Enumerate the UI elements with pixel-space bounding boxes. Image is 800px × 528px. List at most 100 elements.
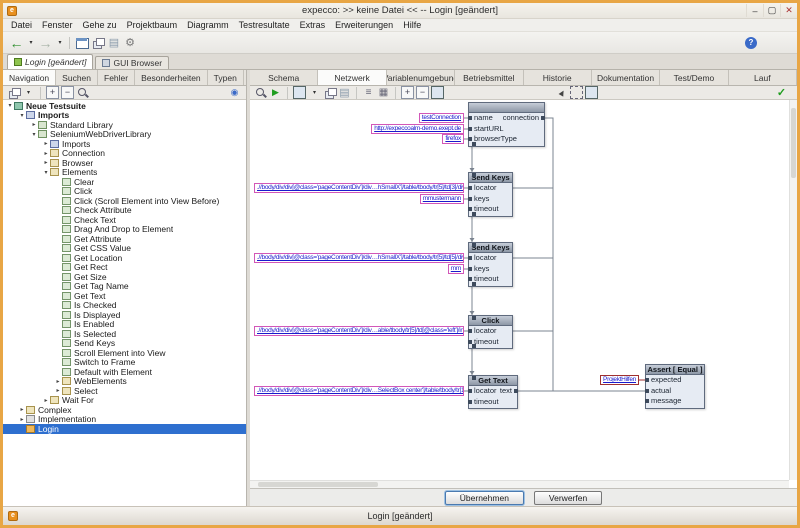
tree-item-drag-and-drop-to-element[interactable]: Drag And Drop to Element <box>3 225 246 235</box>
scroll-thumb[interactable] <box>791 108 796 178</box>
back-button[interactable]: ← <box>8 36 25 50</box>
input-pin-name[interactable] <box>468 116 472 120</box>
tab-typen[interactable]: Typen <box>208 70 244 85</box>
flow-in-pin[interactable] <box>472 243 476 247</box>
menu-gehe-zu[interactable]: Gehe zu <box>78 19 122 32</box>
add-action-button[interactable] <box>293 86 306 99</box>
flow-out-pin[interactable] <box>472 344 476 348</box>
gui-window-icon[interactable] <box>75 36 89 50</box>
send-keys-node-1[interactable]: Send Keyslocatorkeystimeout <box>468 172 513 217</box>
tab-betriebsmittel[interactable]: Betriebsmittel <box>455 70 523 85</box>
click-node[interactable]: Clicklocatortimeout <box>468 315 513 349</box>
tree-item-click[interactable]: Click <box>3 187 246 197</box>
tab-netzwerk[interactable]: Netzwerk <box>318 70 386 85</box>
input-pin-locator[interactable] <box>468 256 472 260</box>
value-keys-2[interactable]: mm <box>448 264 464 274</box>
tab-suchen[interactable]: Suchen <box>56 70 98 85</box>
fit-view-button[interactable] <box>431 86 444 99</box>
tree-item-webelements[interactable]: ▸WebElements <box>3 377 246 387</box>
input-pin-locator[interactable] <box>468 389 472 393</box>
tree-item-default-with-element[interactable]: Default with Element <box>3 367 246 377</box>
menu-extras[interactable]: Extras <box>295 19 331 32</box>
tree-item-check-text[interactable]: Check Text <box>3 215 246 225</box>
tree-item-seleniumwebdriverlibrary[interactable]: ▾SeleniumWebDriverLibrary <box>3 130 246 140</box>
scroll-thumb[interactable] <box>258 482 378 487</box>
expander-closed-icon[interactable]: ▸ <box>30 121 38 128</box>
tree-item-imports[interactable]: ▾Imports <box>3 111 246 121</box>
expander-closed-icon[interactable]: ▸ <box>42 397 50 404</box>
input-pin-keys[interactable] <box>468 267 472 271</box>
minimize-button[interactable]: – <box>746 4 763 17</box>
tree-item-wait-for[interactable]: ▸Wait For <box>3 396 246 406</box>
help-icon[interactable]: ? <box>745 37 757 49</box>
flow-in-pin[interactable] <box>472 316 476 320</box>
tab-navigation[interactable]: Navigation <box>3 70 56 85</box>
expander-closed-icon[interactable]: ▸ <box>54 378 62 385</box>
check-network-button[interactable]: ✓ <box>775 86 788 99</box>
output-pin-connection[interactable] <box>541 116 545 120</box>
menu-testresultate[interactable]: Testresultate <box>234 19 295 32</box>
tab-fehler[interactable]: Fehler <box>98 70 135 85</box>
menu-projektbaum[interactable]: Projektbaum <box>122 19 183 32</box>
output-pin-text[interactable] <box>514 389 518 393</box>
expander-open-icon[interactable]: ▾ <box>18 112 26 119</box>
run-network-button[interactable]: ▶ <box>269 86 282 99</box>
tree-item-check-attribute[interactable]: Check Attribute <box>3 206 246 216</box>
flow-in-pin[interactable] <box>472 173 476 177</box>
find-in-tree-button[interactable] <box>76 86 89 99</box>
tree-item-is-checked[interactable]: Is Checked <box>3 301 246 311</box>
report-icon[interactable]: ▤ <box>107 36 121 50</box>
input-pin-expected[interactable] <box>645 378 649 382</box>
expander-closed-icon[interactable]: ▸ <box>42 159 50 166</box>
input-pin-actual[interactable] <box>645 389 649 393</box>
tree-item-is-selected[interactable]: Is Selected <box>3 329 246 339</box>
tab-lauf[interactable]: Lauf <box>729 70 797 85</box>
maximize-button[interactable]: ▢ <box>763 4 780 17</box>
category-dropdown[interactable]: ▾ <box>22 86 35 99</box>
select-tool[interactable] <box>570 86 583 99</box>
tree-item-complex[interactable]: ▸Complex <box>3 405 246 415</box>
expand-all-button[interactable]: + <box>46 86 59 99</box>
tree-item-neue-testsuite[interactable]: ▾Neue Testsuite <box>3 101 246 111</box>
add-comment-button[interactable]: ▤ <box>338 86 351 99</box>
tree-item-imports[interactable]: ▸Imports <box>3 139 246 149</box>
forward-button[interactable]: → <box>37 36 54 50</box>
library-icon[interactable] <box>91 36 105 50</box>
move-tool[interactable] <box>585 86 598 99</box>
input-pin-timeout[interactable] <box>468 400 472 404</box>
value-keys-1[interactable]: mmustermann <box>420 194 464 204</box>
tab-schema[interactable]: Schema <box>250 70 318 85</box>
zoom-tool[interactable] <box>254 86 267 99</box>
canvas-vertical-scrollbar[interactable] <box>789 100 797 480</box>
tree-item-scroll-element-into-view[interactable]: Scroll Element into View <box>3 348 246 358</box>
flow-out-pin[interactable] <box>472 142 476 146</box>
value-locator-1[interactable]: .//body/div/div[@class='pageContentDiv']… <box>254 183 464 193</box>
close-button[interactable]: ✕ <box>780 4 797 17</box>
tab-variablenumgebung[interactable]: Variablenumgebung <box>387 70 455 85</box>
pointer-tool[interactable]: ► <box>553 84 571 102</box>
sync-selection-button[interactable]: ◉ <box>228 86 241 99</box>
zoom-out-button[interactable]: − <box>416 86 429 99</box>
value-expected[interactable]: ProjektHilfen <box>600 375 639 385</box>
value-locator-2[interactable]: .//body/div/div[@class='pageContentDiv']… <box>254 253 464 263</box>
apply-button[interactable]: Übernehmen <box>445 491 524 505</box>
menu-erweiterungen[interactable]: Erweiterungen <box>330 19 398 32</box>
doc-tab-login-geändert[interactable]: Login [geändert] <box>7 54 93 69</box>
tree-item-login[interactable]: Login <box>3 424 246 434</box>
doc-tab-gui-browser[interactable]: GUI Browser <box>95 56 169 69</box>
tab-historie[interactable]: Historie <box>524 70 592 85</box>
network-canvas[interactable]: nameconnectionstartURLbrowserTypeSend Ke… <box>250 100 797 488</box>
canvas-horizontal-scrollbar[interactable] <box>250 480 789 488</box>
value-connection-name[interactable]: testConnection <box>419 113 464 123</box>
value-locator-3[interactable]: .//body/div/div[@class='pageContentDiv']… <box>254 326 464 336</box>
input-pin-timeout[interactable] <box>468 207 472 211</box>
collapse-all-button[interactable]: − <box>61 86 74 99</box>
expander-closed-icon[interactable]: ▸ <box>18 406 26 413</box>
tree-item-clear[interactable]: Clear <box>3 177 246 187</box>
tab-test-demo[interactable]: Test/Demo <box>660 70 728 85</box>
tree-item-implementation[interactable]: ▸Implementation <box>3 415 246 425</box>
settings-icon[interactable]: ⚙ <box>123 36 137 50</box>
input-pin-starturl[interactable] <box>468 127 472 131</box>
forward-history-dropdown[interactable]: ▾ <box>56 36 64 50</box>
tree-item-switch-to-frame[interactable]: Switch to Frame <box>3 358 246 368</box>
